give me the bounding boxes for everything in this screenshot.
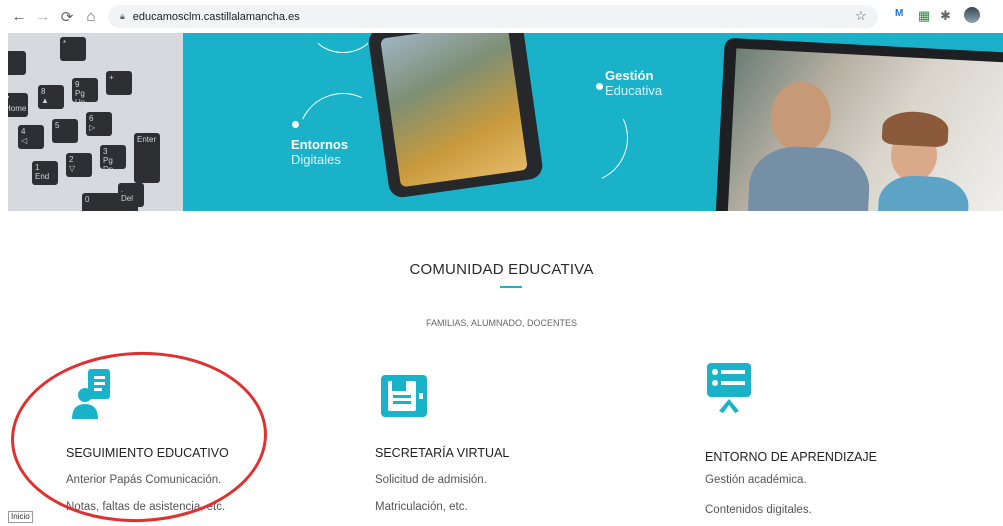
title-underline — [500, 286, 522, 288]
extensions-puzzle-icon[interactable]: ✱ — [940, 8, 951, 24]
key: . Del — [118, 183, 144, 207]
key: 6 ▷ — [86, 112, 112, 136]
teacher-shirt — [746, 144, 872, 211]
card-description: Gestión académica. — [705, 474, 807, 486]
phone-screen-photo — [380, 33, 528, 188]
key: Enter — [134, 133, 160, 183]
key: 1 End — [32, 161, 58, 185]
star-icon[interactable]: ☆ — [855, 8, 867, 24]
hero-label-digitales: Digitales — [291, 152, 341, 167]
student-shirt — [876, 174, 970, 211]
section-title: COMUNIDAD EDUCATIVA — [409, 261, 594, 278]
inicio-link[interactable]: Inicio — [8, 511, 33, 523]
profile-avatar-icon[interactable] — [964, 7, 980, 23]
hero-banner: / * 7Home 8▲ 9Pg Up + 4◁ 5 6▷ 1End 2▽ 3P… — [8, 33, 1003, 211]
section-subtitle: FAMILIAS, ALUMNADO, DOCENTES — [425, 318, 578, 328]
key: 8 ▲ — [38, 85, 64, 109]
key: / — [8, 51, 26, 75]
key: * — [60, 37, 86, 61]
card-description: Solicitud de admisión. — [375, 474, 487, 486]
smartphone-image — [366, 33, 545, 199]
address-bar[interactable]: 🔒︎ educamosclm.castillalamancha.es — [108, 5, 878, 28]
key: 2 ▽ — [66, 153, 92, 177]
key: 5 — [52, 119, 78, 143]
forward-icon[interactable]: → — [32, 6, 54, 28]
lock-icon: 🔒︎ — [120, 11, 125, 21]
key: 4 ◁ — [18, 125, 44, 149]
reload-icon[interactable]: ⟳ — [56, 6, 78, 28]
hero-label-entornos: Entornos — [291, 137, 349, 152]
extension-m-icon[interactable]: M — [895, 8, 903, 19]
key: 7Home — [8, 93, 28, 117]
url-text: educamosclm.castillalamancha.es — [132, 10, 300, 23]
key: 9 Pg Up — [72, 78, 98, 107]
key: + — [106, 71, 132, 95]
card-description: Matriculación, etc. — [375, 501, 468, 513]
browser-toolbar: ← → ⟳ ⌂ 🔒︎ educamosclm.castillalamancha.… — [0, 0, 1003, 33]
key: 3 Pg Dn — [100, 145, 126, 174]
decorative-dot — [596, 83, 603, 90]
document-icon — [381, 375, 427, 417]
decorative-arc — [308, 33, 378, 53]
teacher-face — [769, 80, 833, 154]
laptop-image — [715, 37, 1003, 211]
presentation-board-icon — [707, 363, 751, 413]
student-hair — [881, 110, 950, 148]
hero-label-gestion: Gestión — [605, 68, 654, 83]
decorative-dot — [292, 121, 299, 128]
card-description: Contenidos digitales. — [705, 504, 812, 516]
card-title[interactable]: SECRETARÍA VIRTUAL — [375, 446, 509, 460]
home-icon[interactable]: ⌂ — [80, 6, 102, 28]
card-title[interactable]: ENTORNO DE APRENDIZAJE — [705, 450, 877, 464]
card-secretaria-virtual[interactable]: SECRETARÍA VIRTUAL Solicitud de admisión… — [375, 365, 655, 513]
keyboard-image: / * 7Home 8▲ 9Pg Up + 4◁ 5 6▷ 1End 2▽ 3P… — [8, 33, 183, 211]
card-entorno-de-aprendizaje[interactable]: ENTORNO DE APRENDIZAJE Gestión académica… — [705, 363, 985, 516]
hero-label-educativa: Educativa — [605, 83, 663, 98]
laptop-screen-photo — [727, 48, 1003, 211]
sheets-extension-icon[interactable]: ▦ — [918, 8, 930, 24]
back-icon[interactable]: ← — [8, 6, 30, 28]
